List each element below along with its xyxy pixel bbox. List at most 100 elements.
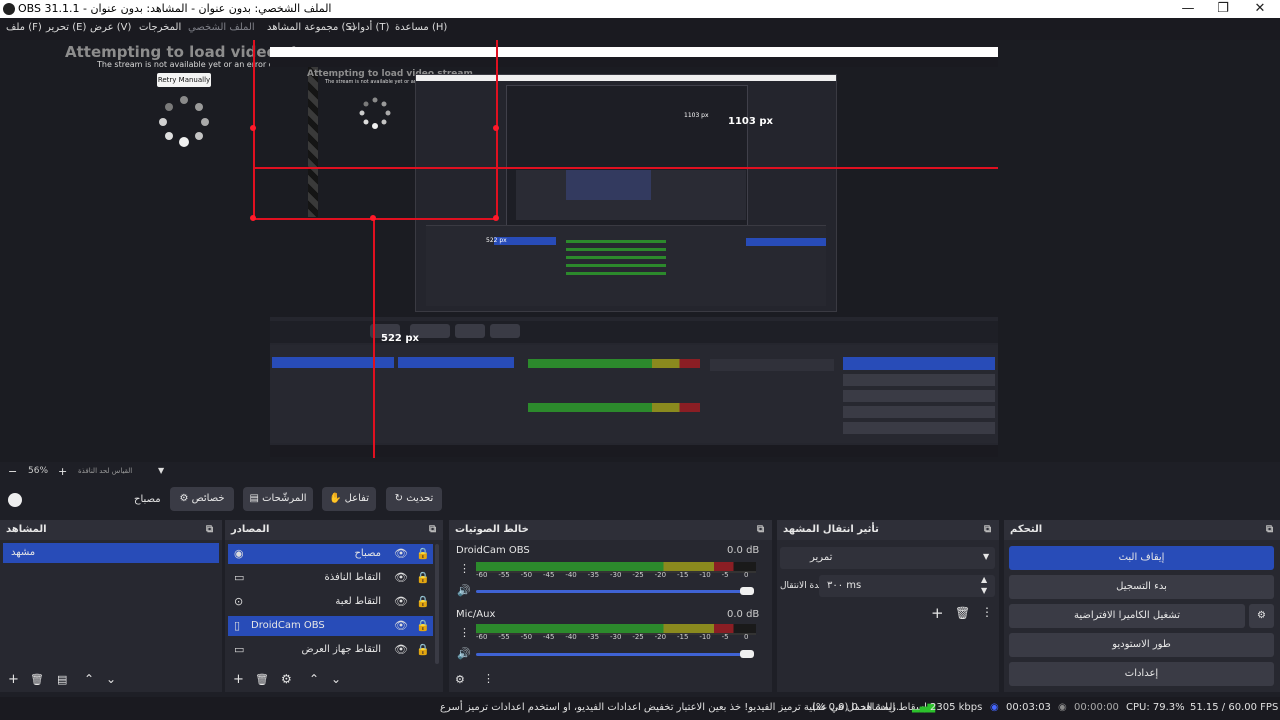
kebab-menu-icon[interactable]: ⋮ <box>459 626 470 639</box>
volume-slider-handle[interactable] <box>740 587 754 595</box>
kebab-menu-icon[interactable]: ⋮ <box>981 605 993 619</box>
undock-icon[interactable]: ⧉ <box>1266 524 1273 535</box>
nested-spinner-icon <box>359 97 391 129</box>
source-item[interactable]: ▯ DroidCam OBS 👁 🔒 <box>228 616 433 636</box>
volume-slider[interactable] <box>476 653 746 656</box>
menu-edit[interactable]: تحرير (E) <box>46 22 86 33</box>
meter-tick-label: -35 <box>587 633 600 641</box>
undock-icon[interactable]: ⧉ <box>757 524 764 535</box>
settings-button[interactable]: إعدادات <box>1009 662 1274 686</box>
interact-button[interactable]: ✋ تفاعل <box>322 487 376 511</box>
decrement-icon[interactable]: ▼ <box>981 586 987 595</box>
preview-area[interactable]: Attempting to load video stream. The str… <box>0 40 1280 462</box>
minimize-button[interactable]: — <box>1170 0 1206 18</box>
zoom-level: 56% <box>28 466 49 476</box>
mixer-settings-icon[interactable]: ⚙ <box>455 673 465 686</box>
eye-icon[interactable]: 👁 <box>394 616 408 636</box>
audio-mixer-dock: خالط الصوتيات ⧉ DroidCam OBS 0.0 dB ⋮ 🔊 M… <box>449 520 772 692</box>
nested-menubar <box>270 57 998 67</box>
start-virtual-camera-button[interactable]: تشغيل الكاميرا الافتراضية <box>1009 604 1245 628</box>
remove-transition-icon[interactable]: 🗑 <box>955 606 970 620</box>
lock-icon[interactable]: 🔒 <box>416 544 430 564</box>
add-transition-button[interactable]: + <box>931 604 944 622</box>
source-item[interactable]: ⊙ التقاط لعبة 👁 🔒 <box>228 592 433 612</box>
source-item[interactable]: ◉ مصباح 👁 🔒 <box>228 544 433 564</box>
zoom-mode-select[interactable]: القياس لحد النافذة <box>78 467 132 475</box>
add-source-button[interactable]: + <box>233 672 244 687</box>
maximize-button[interactable]: ❐ <box>1205 0 1241 18</box>
duration-label: مدة الانتقال <box>780 581 824 591</box>
menu-scene-collection[interactable]: مجموعة المشاهد (S) <box>267 22 356 33</box>
lock-icon[interactable]: 🔒 <box>416 568 430 588</box>
menu-output[interactable]: المخرجات <box>139 22 181 33</box>
zoom-out-button[interactable]: − <box>8 465 17 478</box>
controls-dock: التحكم ⧉ إيقاف البث بدء التسجيل تشغيل الك… <box>1004 520 1280 692</box>
remove-source-icon[interactable]: 🗑 <box>255 673 269 686</box>
add-scene-button[interactable]: + <box>8 672 19 687</box>
eye-icon[interactable]: 👁 <box>394 544 408 564</box>
retry-manually-button[interactable]: Retry Manually <box>157 73 211 87</box>
start-recording-button[interactable]: بدء التسجيل <box>1009 575 1274 599</box>
meter-tick-label: -40 <box>565 571 577 579</box>
volume-slider[interactable] <box>476 590 746 593</box>
kebab-menu-icon[interactable]: ⋮ <box>483 672 494 685</box>
duration-spinbox[interactable]: ٣٠٠ ms ▲ ▼ <box>819 575 995 597</box>
eye-icon[interactable]: 👁 <box>394 592 408 612</box>
move-down-icon[interactable]: ⌄ <box>106 672 116 686</box>
scene-filters-icon[interactable]: ▤ <box>57 673 67 686</box>
source-settings-icon[interactable]: ⚙ <box>281 672 292 686</box>
lock-icon[interactable]: 🔒 <box>416 592 430 612</box>
filters-button[interactable]: ▤ المرشّحات <box>243 487 313 511</box>
move-down-icon[interactable]: ⌄ <box>331 672 341 686</box>
source-item[interactable]: ▭ التقاط جهاز العرض 👁 🔒 <box>228 640 433 660</box>
properties-button[interactable]: ⚙ خصائص <box>170 487 234 511</box>
scenes-dock: المشاهد ⧉ مشهد + 🗑 ▤ ⌃ ⌄ <box>0 520 222 692</box>
eye-icon[interactable]: 👁 <box>394 640 408 660</box>
lock-icon[interactable]: 🔒 <box>416 616 430 636</box>
window-icon: ▭ <box>234 571 245 584</box>
controls-title: التحكم <box>1010 524 1043 535</box>
sources-scrollbar[interactable] <box>435 544 439 664</box>
meter-tick-label: -20 <box>654 571 667 579</box>
dropped-frames: إسقاط المشاهد 0 (0.0 %) <box>812 702 927 713</box>
undock-icon[interactable]: ⧉ <box>206 524 213 535</box>
undock-icon[interactable]: ⧉ <box>429 524 436 535</box>
increment-icon[interactable]: ▲ <box>981 575 987 584</box>
meter-tick-label: -45 <box>543 633 555 641</box>
scene-item[interactable]: مشهد <box>3 543 219 563</box>
menu-tools[interactable]: أدوات (T) <box>348 22 389 33</box>
nested-docks <box>270 345 998 443</box>
virtual-camera-settings-button[interactable]: ⚙ <box>1249 604 1274 628</box>
menu-view[interactable]: عرض (V) <box>90 22 131 33</box>
undock-icon[interactable]: ⧉ <box>984 524 991 535</box>
kebab-menu-icon[interactable]: ⋮ <box>459 562 470 575</box>
meter-tick-label: -55 <box>498 633 510 641</box>
transition-select[interactable]: تمرير ▼ <box>780 547 995 569</box>
move-up-icon[interactable]: ⌃ <box>84 672 94 686</box>
close-button[interactable]: ✕ <box>1242 0 1278 18</box>
menu-profile[interactable]: الملف الشخصي <box>188 22 255 33</box>
stream-time: 00:03:03 <box>1006 702 1051 713</box>
meter-tick-label: 0 <box>744 571 749 579</box>
studio-mode-button[interactable]: طور الاستوديو <box>1009 633 1274 657</box>
speaker-icon[interactable]: 🔊 <box>457 584 471 597</box>
zoom-in-button[interactable]: + <box>58 465 67 478</box>
move-up-icon[interactable]: ⌃ <box>309 672 319 686</box>
remove-scene-icon[interactable]: 🗑 <box>30 673 44 686</box>
menu-help[interactable]: مساعدة (H) <box>395 22 447 33</box>
meter-tick-label: -60 <box>476 571 488 579</box>
speaker-icon[interactable]: 🔊 <box>457 647 471 660</box>
status-bar: زيادة الحمل في عملية ترميز الفيديو! خذ ب… <box>0 697 1280 720</box>
channel-name: DroidCam OBS <box>456 545 530 556</box>
nested-statusbar <box>270 445 998 457</box>
refresh-button[interactable]: ↻ تحديث <box>386 487 442 511</box>
eye-icon[interactable]: 👁 <box>394 568 408 588</box>
volume-slider-handle[interactable] <box>740 650 754 658</box>
chevron-down-icon[interactable]: ▼ <box>158 466 164 475</box>
menu-file[interactable]: ملف (F) <box>6 22 42 33</box>
lock-icon[interactable]: 🔒 <box>416 640 430 660</box>
stop-streaming-button[interactable]: إيقاف البث <box>1009 546 1274 570</box>
nested-titlebar <box>270 47 998 57</box>
fps: 51.15 / 60.00 FPS <box>1190 702 1279 713</box>
source-item[interactable]: ▭ التقاط النافذة 👁 🔒 <box>228 568 433 588</box>
